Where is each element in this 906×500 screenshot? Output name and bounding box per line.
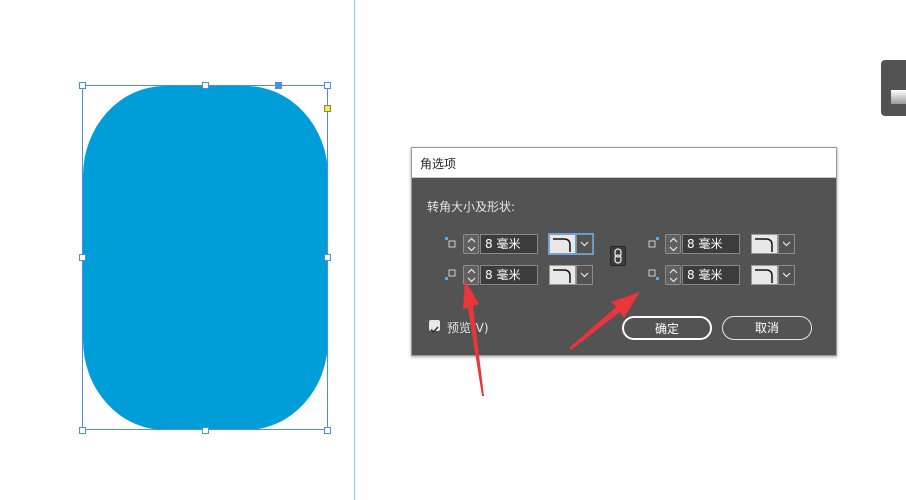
panel-gradient-icon	[891, 90, 906, 104]
chevron-down-icon	[782, 272, 791, 278]
top-left-stepper[interactable]	[463, 234, 479, 254]
chevron-down-icon	[782, 241, 791, 247]
top-left-shape-dropdown[interactable]	[575, 233, 594, 255]
live-corner-widget[interactable]	[324, 105, 331, 112]
bottom-right-size-input[interactable]: 8 毫米	[682, 265, 740, 285]
bottom-right-corner-icon	[648, 269, 659, 280]
selection-bounding-box	[82, 85, 328, 430]
chain-link-icon	[614, 248, 622, 264]
reference-point-anchor[interactable]	[275, 82, 282, 89]
rounded-corner-shape-icon	[755, 269, 773, 283]
rounded-corner-shape-icon	[553, 269, 571, 283]
handle-bottom-center[interactable]	[202, 427, 209, 434]
bottom-right-stepper[interactable]	[665, 265, 681, 285]
handle-bottom-right[interactable]	[324, 427, 331, 434]
link-corners-button[interactable]	[610, 246, 626, 266]
top-left-shape-swatch[interactable]	[548, 233, 577, 255]
annotation-arrow-right	[569, 292, 640, 350]
corner-size-shape-label: 转角大小及形状:	[427, 200, 516, 214]
top-left-corner-icon	[445, 237, 456, 248]
vertical-guide-line	[354, 0, 355, 500]
top-right-stepper[interactable]	[665, 234, 681, 254]
handle-middle-right[interactable]	[324, 254, 331, 261]
top-right-size-input[interactable]: 8 毫米	[682, 234, 740, 254]
preview-checkbox[interactable]	[429, 320, 440, 334]
side-panel-tab[interactable]	[881, 60, 906, 116]
bottom-left-shape-swatch[interactable]	[549, 265, 576, 285]
handle-top-center[interactable]	[202, 82, 209, 89]
dialog-titlebar[interactable]: 角选项	[412, 148, 836, 178]
top-right-corner-icon	[648, 237, 659, 248]
checkmark-icon	[430, 326, 439, 334]
bottom-right-shape-swatch[interactable]	[751, 265, 778, 285]
handle-top-left[interactable]	[79, 82, 86, 89]
handle-middle-left[interactable]	[79, 254, 86, 261]
rounded-corner-shape-icon	[553, 238, 571, 252]
top-left-size-input[interactable]: 8 毫米	[480, 234, 538, 254]
chevron-down-icon	[580, 272, 589, 278]
top-right-shape-dropdown[interactable]	[778, 234, 795, 254]
annotation-arrow-left	[463, 280, 484, 396]
chevron-down-icon	[580, 241, 589, 247]
handle-bottom-left[interactable]	[79, 427, 86, 434]
cancel-button[interactable]: 取消	[722, 316, 812, 340]
handle-top-right[interactable]	[324, 82, 331, 89]
bottom-left-shape-dropdown[interactable]	[576, 265, 593, 285]
bottom-right-shape-dropdown[interactable]	[778, 265, 795, 285]
rounded-corner-shape-icon	[755, 238, 773, 252]
dialog-title: 角选项	[420, 157, 457, 171]
top-right-shape-swatch[interactable]	[751, 234, 778, 254]
